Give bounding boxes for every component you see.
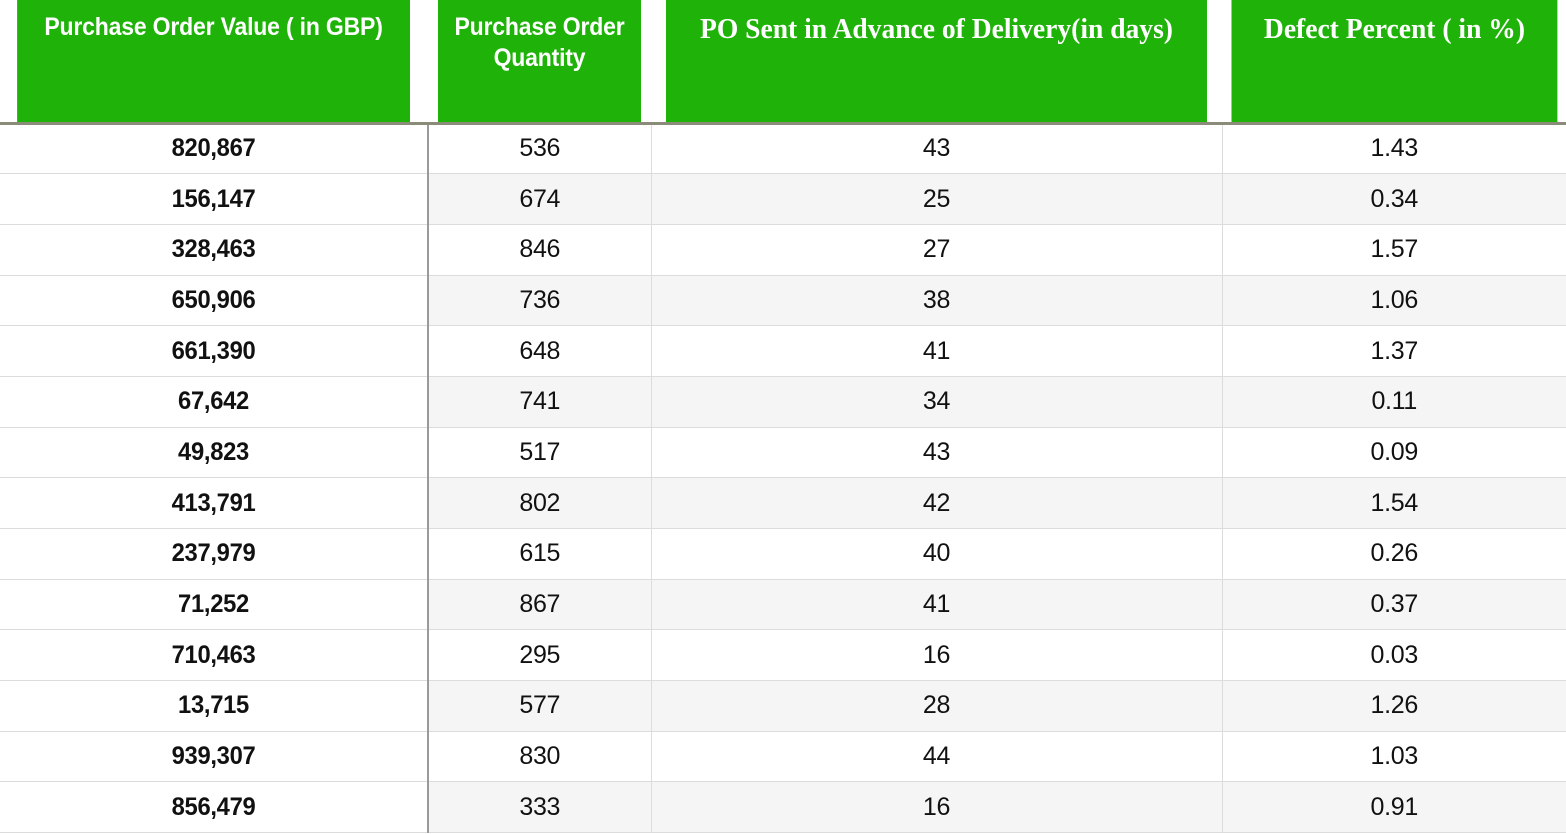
cell-po-quantity: 577: [428, 680, 652, 732]
cell-po-advance-days: 27: [651, 224, 1223, 276]
table-row[interactable]: 820,867 536 43 1.43: [0, 123, 1566, 175]
cell-po-value: 661,390: [10, 325, 419, 377]
column-header-defect-percent[interactable]: Defect Percent ( in %): [1229, 0, 1558, 125]
column-header-po-quantity-label: Purchase Order Quantity: [454, 13, 625, 72]
cell-po-advance-days: 25: [651, 173, 1223, 225]
cell-po-advance-days: 34: [651, 376, 1223, 428]
table-row[interactable]: 156,147 674 25 0.34: [0, 173, 1566, 225]
cell-defect-percent: 0.11: [1222, 376, 1566, 428]
table-row[interactable]: 650,906 736 38 1.06: [0, 275, 1566, 327]
cell-defect-percent: 1.26: [1222, 680, 1566, 732]
column-header-po-advance-days-label: PO Sent in Advance of Delivery(in days): [700, 13, 1173, 45]
cell-po-quantity: 802: [428, 477, 652, 529]
table-header: Purchase Order Value ( in GBP) Purchase …: [0, 0, 1566, 125]
table-row[interactable]: 856,479 333 16 0.91: [0, 781, 1566, 834]
cell-po-advance-days: 16: [651, 629, 1223, 682]
cell-po-advance-days: 41: [651, 325, 1223, 377]
cell-defect-percent: 1.06: [1222, 275, 1566, 327]
column-header-po-quantity[interactable]: Purchase Order Quantity: [435, 0, 643, 125]
cell-defect-percent: 1.37: [1222, 325, 1566, 377]
table-row[interactable]: 328,463 846 27 1.57: [0, 224, 1566, 276]
cell-po-value: 856,479: [10, 781, 419, 834]
cell-po-value: 413,791: [10, 477, 419, 529]
column-header-po-advance-days[interactable]: PO Sent in Advance of Delivery(in days): [664, 0, 1208, 125]
table-row[interactable]: 413,791 802 42 1.54: [0, 477, 1566, 529]
table-row[interactable]: 661,390 648 41 1.37: [0, 325, 1566, 377]
cell-po-quantity: 333: [428, 781, 652, 834]
cell-defect-percent: 1.03: [1222, 731, 1566, 783]
cell-po-value: 820,867: [10, 123, 419, 175]
cell-po-value: 49,823: [10, 427, 419, 479]
table-body: 820,867 536 43 1.43 156,147 674 25 0.34 328,463 8…: [0, 123, 1566, 834]
cell-defect-percent: 1.43: [1222, 123, 1566, 175]
cell-po-advance-days: 38: [651, 275, 1223, 327]
cell-po-advance-days: 16: [651, 781, 1223, 834]
column-header-po-value[interactable]: Purchase Order Value ( in GBP): [17, 0, 411, 125]
cell-po-value: 13,715: [10, 680, 419, 732]
cell-po-quantity: 648: [428, 325, 652, 377]
cell-po-advance-days: 40: [651, 528, 1223, 580]
cell-po-advance-days: 28: [651, 680, 1223, 732]
cell-po-value: 67,642: [10, 376, 419, 428]
purchase-order-table-container: Purchase Order Value ( in GBP) Purchase …: [0, 0, 1566, 834]
cell-po-value: 939,307: [10, 731, 419, 783]
cell-po-quantity: 536: [428, 123, 652, 175]
table-row[interactable]: 71,252 867 41 0.37: [0, 579, 1566, 631]
table-row[interactable]: 237,979 615 40 0.26: [0, 528, 1566, 580]
cell-po-advance-days: 43: [651, 123, 1223, 175]
table-row[interactable]: 13,715 577 28 1.26: [0, 680, 1566, 732]
cell-po-quantity: 736: [428, 275, 652, 327]
cell-po-value: 328,463: [10, 224, 419, 276]
cell-po-quantity: 517: [428, 427, 652, 479]
cell-po-quantity: 830: [428, 731, 652, 783]
cell-po-quantity: 674: [428, 173, 652, 225]
cell-po-quantity: 846: [428, 224, 652, 276]
cell-po-value: 156,147: [10, 173, 419, 225]
cell-defect-percent: 0.03: [1222, 629, 1566, 682]
cell-po-quantity: 615: [428, 528, 652, 580]
cell-defect-percent: 0.34: [1222, 173, 1566, 225]
cell-po-value: 650,906: [10, 275, 419, 327]
cell-defect-percent: 0.37: [1222, 579, 1566, 631]
cell-po-value: 237,979: [10, 528, 419, 580]
table-row[interactable]: 710,463 295 16 0.03: [0, 629, 1566, 682]
cell-po-advance-days: 42: [651, 477, 1223, 529]
table-row[interactable]: 67,642 741 34 0.11: [0, 376, 1566, 428]
table-header-row: Purchase Order Value ( in GBP) Purchase …: [0, 0, 1566, 125]
column-header-po-value-label: Purchase Order Value ( in GBP): [44, 13, 383, 41]
cell-defect-percent: 0.26: [1222, 528, 1566, 580]
table-row[interactable]: 49,823 517 43 0.09: [0, 427, 1566, 479]
cell-po-value: 710,463: [10, 629, 419, 682]
purchase-order-table: Purchase Order Value ( in GBP) Purchase …: [0, 0, 1566, 834]
cell-po-value: 71,252: [10, 579, 419, 631]
cell-po-advance-days: 43: [651, 427, 1223, 479]
cell-defect-percent: 0.09: [1222, 427, 1566, 479]
cell-po-advance-days: 41: [651, 579, 1223, 631]
cell-po-advance-days: 44: [651, 731, 1223, 783]
cell-defect-percent: 1.54: [1222, 477, 1566, 529]
cell-po-quantity: 741: [428, 376, 652, 428]
cell-po-quantity: 867: [428, 579, 652, 631]
cell-defect-percent: 0.91: [1222, 781, 1566, 834]
cell-po-quantity: 295: [428, 629, 652, 682]
table-row[interactable]: 939,307 830 44 1.03: [0, 731, 1566, 783]
column-header-defect-percent-label: Defect Percent ( in %): [1263, 13, 1526, 45]
cell-defect-percent: 1.57: [1222, 224, 1566, 276]
